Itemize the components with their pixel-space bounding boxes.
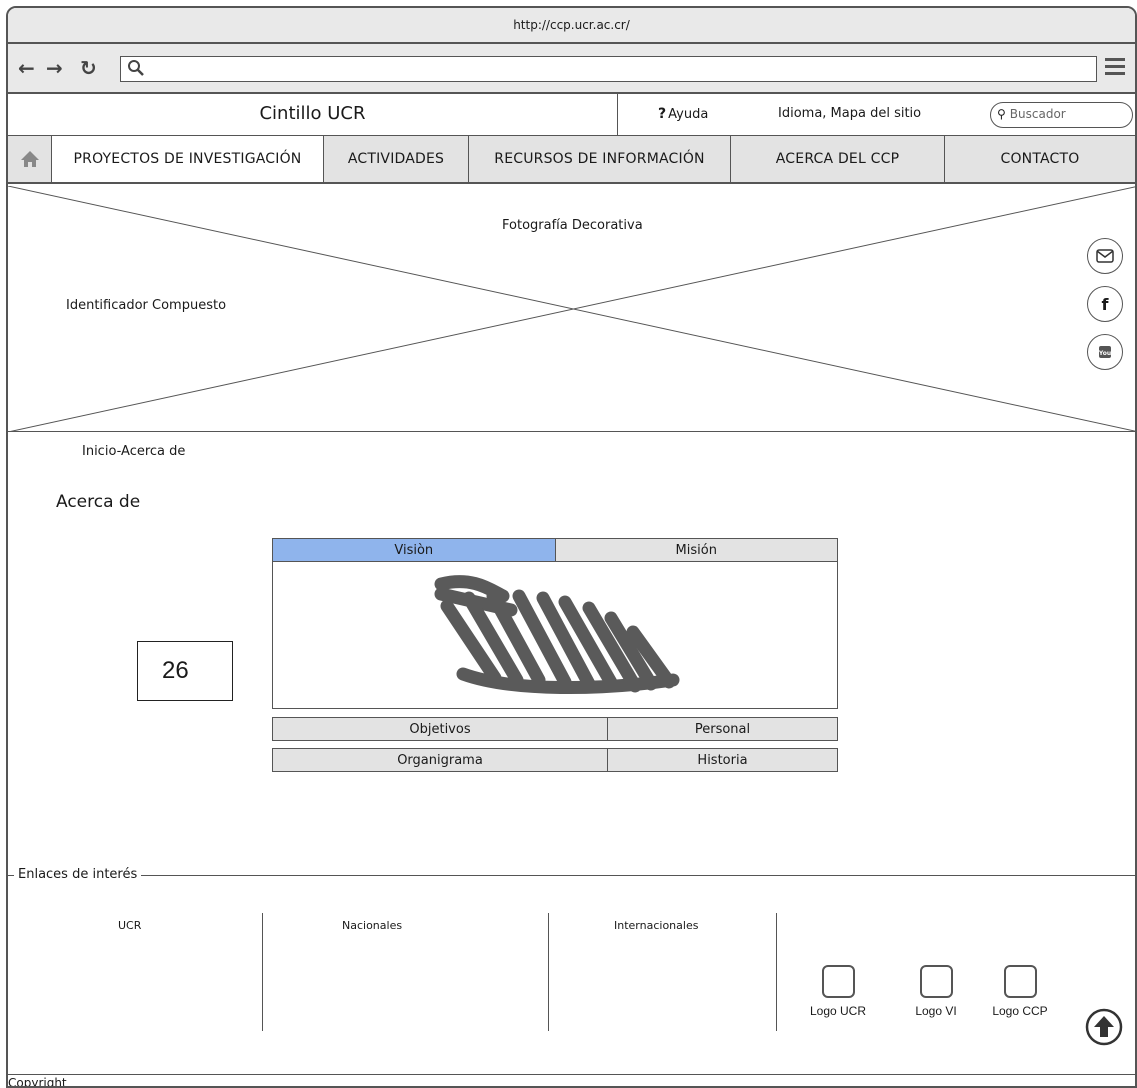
about-tabs: Visiòn Misión Objetivos Personal Organig… [272,538,838,772]
logo-ucr-label: Logo UCR [809,1004,867,1018]
scribble-image [434,575,680,695]
logo-vi-image [919,965,953,998]
objetivos-button[interactable]: Objetivos [272,717,608,741]
annotation-number-box: 26 [137,641,233,701]
links-column-internacionales[interactable]: Internacionales [614,919,698,932]
nav-contacto[interactable]: CONTACTO [945,136,1135,182]
tab-vision[interactable]: Visiòn [272,538,556,562]
window-url-title: http://ccp.ucr.ac.cr/ [513,18,630,32]
tab-mision[interactable]: Misión [555,538,838,562]
tab-panel [272,562,838,709]
search-placeholder: Buscador [1009,107,1066,121]
home-button[interactable] [8,136,52,182]
forward-arrow-icon[interactable]: → [46,58,63,78]
button-row-2: Organigrama Historia [272,748,838,772]
tab-row: Visiòn Misión [272,538,838,562]
column-divider [262,913,263,1031]
cintillo-bar: Cintillo UCR ? Ayuda Idioma, Mapa del sit… [8,94,1135,136]
composite-identifier: Identificador Compuesto [66,298,227,313]
organigrama-button[interactable]: Organigrama [272,748,608,772]
main-navigation: PROYECTOS DE INVESTIGACIÓN ACTIVIDADES R… [8,136,1135,184]
logo-ucr-image [821,965,855,998]
cintillo-title: Cintillo UCR [8,94,618,136]
links-section: Enlaces de interés UCR Nacionales Intern… [8,865,1135,1075]
help-icon: ? [658,106,667,122]
home-icon [20,151,39,167]
language-sitemap-link[interactable]: Idioma, Mapa del sitio [778,106,921,121]
nav-recursos[interactable]: RECURSOS DE INFORMACIÓN [469,136,731,182]
address-bar[interactable] [120,56,1097,82]
logo-ccp[interactable]: Logo CCP [988,965,1052,1018]
links-divider [8,875,1135,876]
scroll-to-top-icon[interactable] [1085,1008,1123,1046]
help-label: Ayuda [668,107,709,122]
browser-toolbar: ← → ↻ [8,44,1135,94]
youtube-icon[interactable]: You [1087,334,1123,370]
logo-vi[interactable]: Logo VI [906,965,966,1018]
links-legend: Enlaces de interés [14,867,142,882]
page-title: Acerca de [56,492,141,512]
svg-text:You: You [1098,350,1111,357]
facebook-icon[interactable]: f [1087,286,1123,322]
copyright-footer: Copyright [8,1074,1135,1086]
hamburger-menu-icon[interactable] [1105,58,1125,78]
button-row-1: Objetivos Personal [272,717,838,741]
historia-button[interactable]: Historia [608,748,838,772]
nav-actividades[interactable]: ACTIVIDADES [324,136,469,182]
nav-acerca[interactable]: ACERCA DEL CCP [731,136,945,182]
logo-vi-label: Logo VI [915,1004,957,1018]
email-icon[interactable] [1087,238,1123,274]
links-column-nacionales[interactable]: Nacionales [342,919,402,932]
logo-ccp-image [1003,965,1037,998]
browser-titlebar: http://ccp.ucr.ac.cr/ [8,8,1135,44]
search-icon [128,60,144,76]
reload-icon[interactable]: ↻ [80,58,97,78]
search-input[interactable]: ⚲ Buscador [990,102,1133,128]
links-column-ucr[interactable]: UCR [118,919,141,932]
hero-image-placeholder: Fotografía Decorativa Identificador Comp… [8,186,1135,432]
hero-caption: Fotografía Decorativa [502,218,643,233]
help-link[interactable]: ? Ayuda [658,106,708,122]
breadcrumb[interactable]: Inicio-Acerca de [82,444,185,459]
column-divider [548,913,549,1031]
logo-ccp-label: Logo CCP [992,1004,1048,1018]
logo-ucr[interactable]: Logo UCR [806,965,870,1018]
back-arrow-icon[interactable]: ← [18,58,35,78]
column-divider [776,913,777,1031]
search-icon: ⚲ [997,107,1006,121]
browser-window: http://ccp.ucr.ac.cr/ ← → ↻ Cintillo UCR… [6,6,1137,1088]
personal-button[interactable]: Personal [608,717,838,741]
nav-proyectos[interactable]: PROYECTOS DE INVESTIGACIÓN [52,136,324,182]
